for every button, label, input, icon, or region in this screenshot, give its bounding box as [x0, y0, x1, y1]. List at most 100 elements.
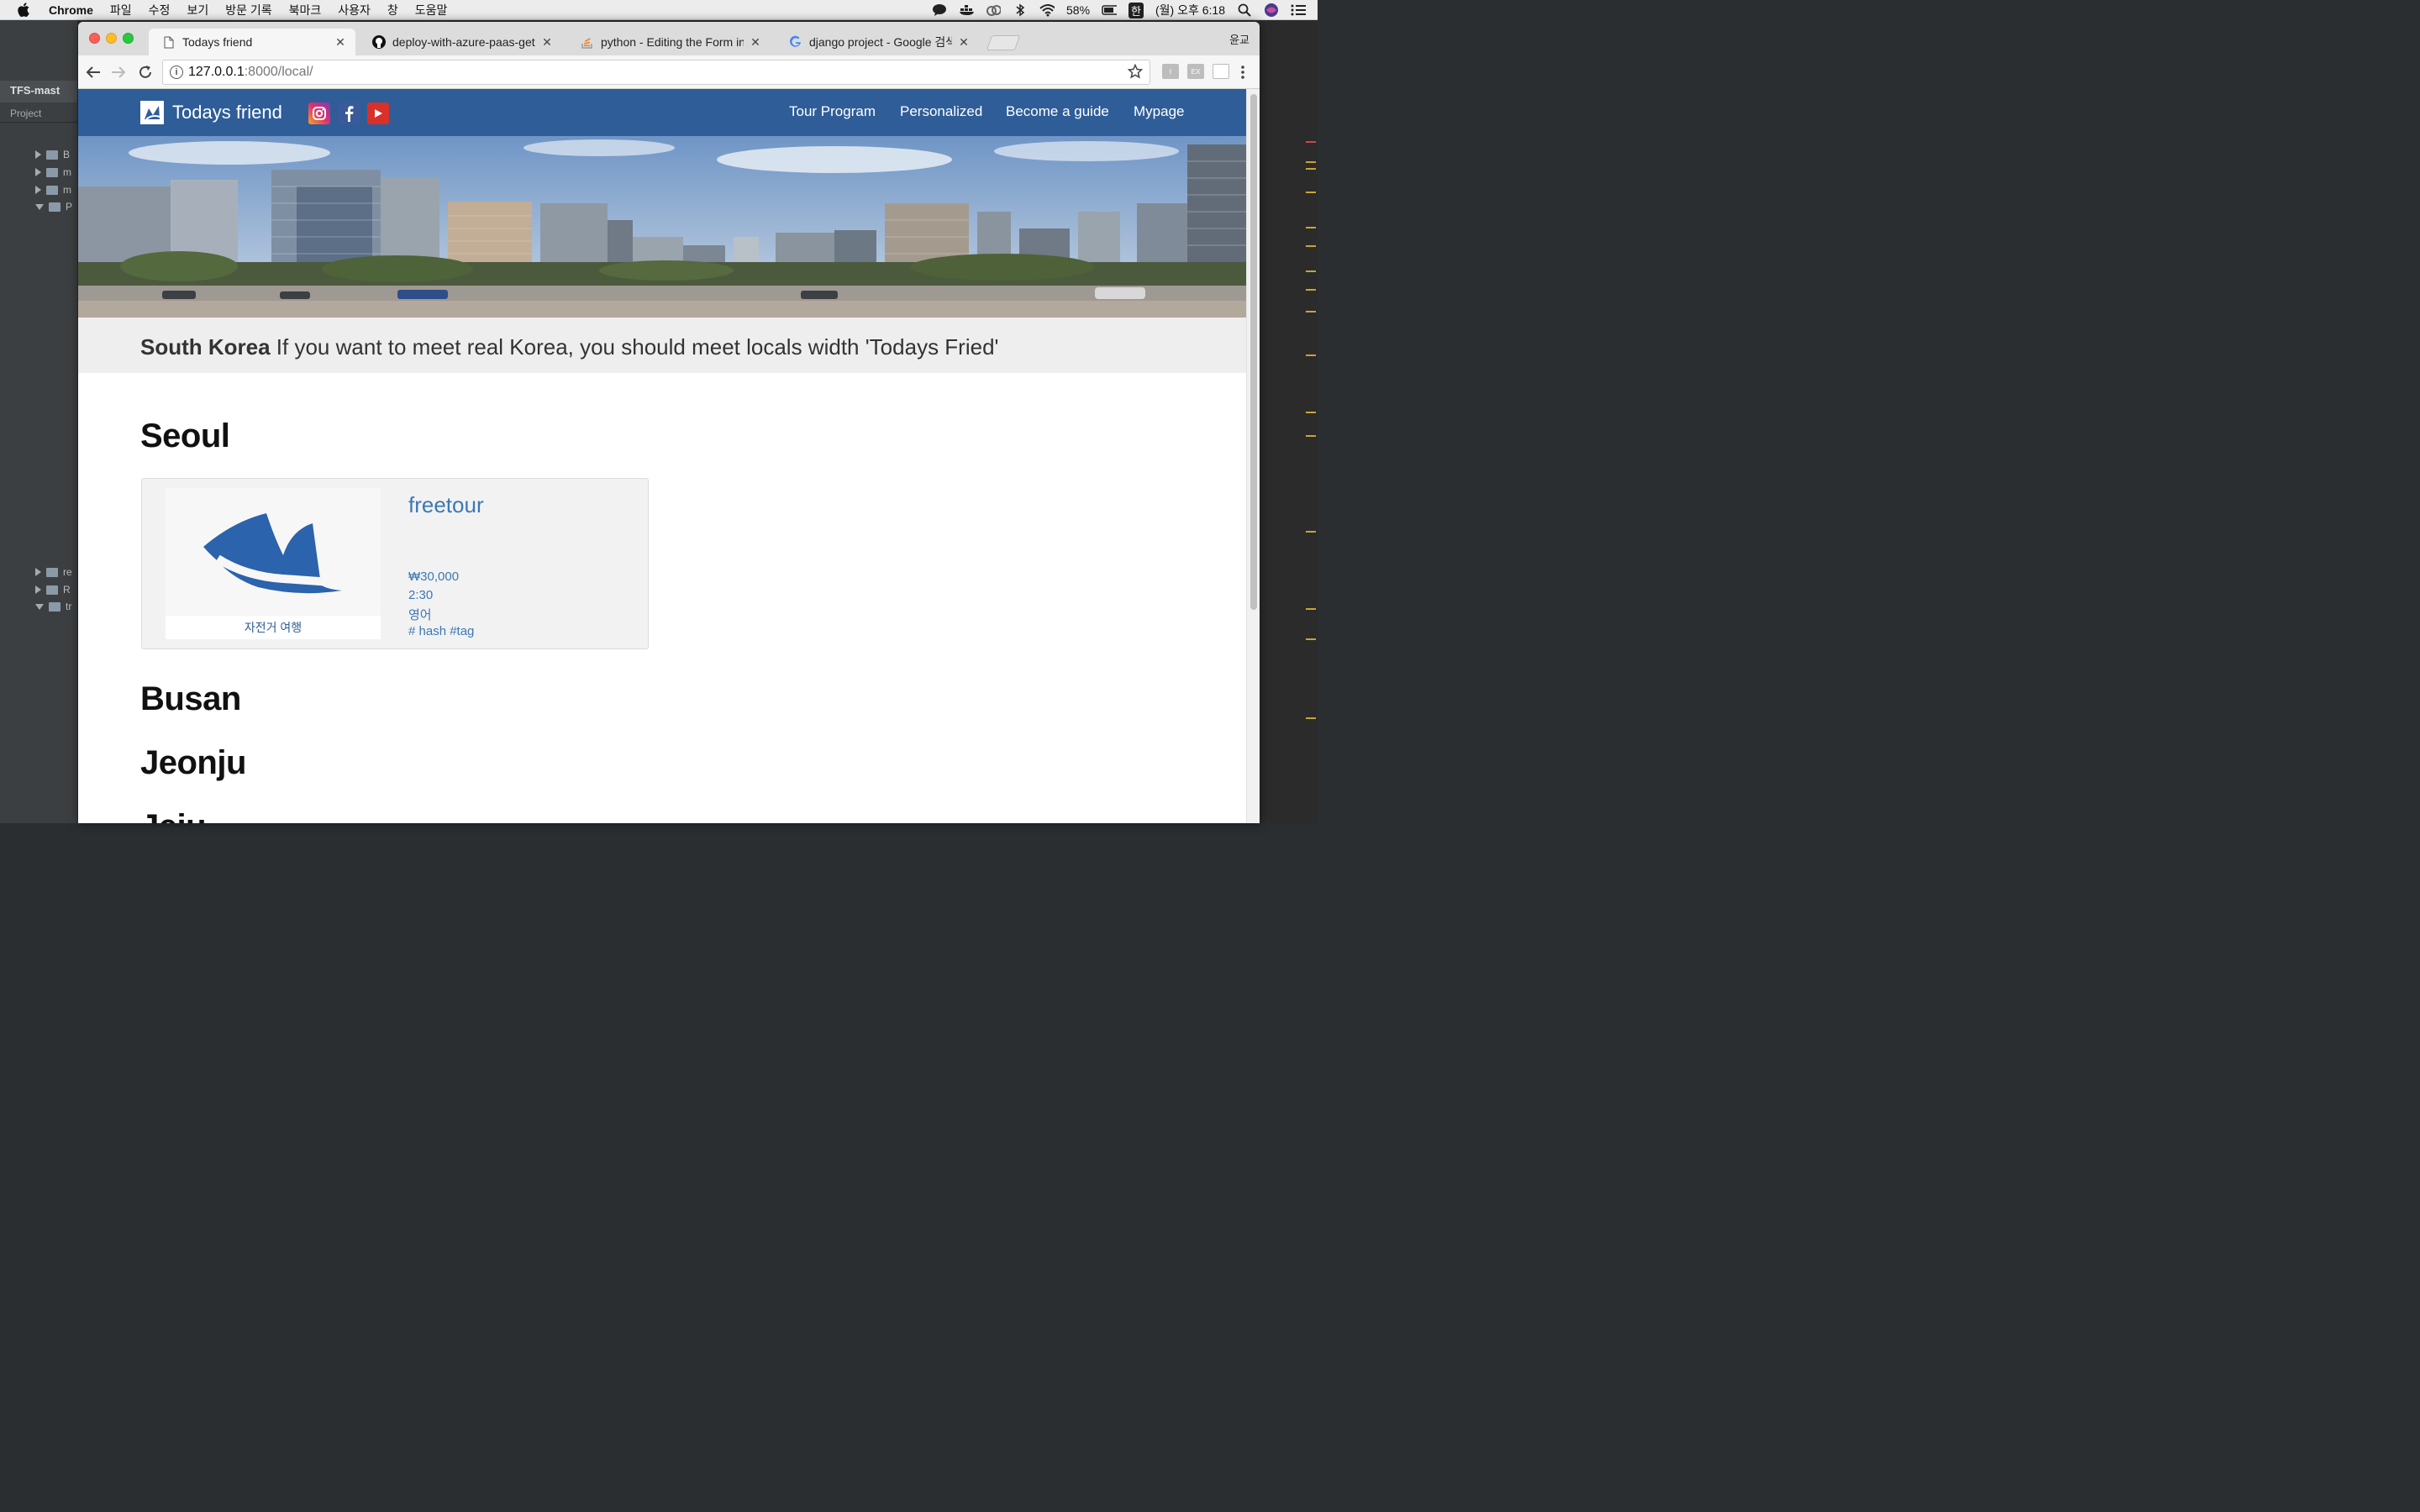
ide-tree-row[interactable]: m [35, 165, 71, 179]
ide-tree-row[interactable]: B [35, 148, 70, 161]
minimize-window-button[interactable] [106, 33, 117, 44]
ide-project-tab[interactable]: Project [0, 104, 77, 123]
ide-tree-row[interactable]: re [35, 565, 72, 579]
back-arrow-icon[interactable] [83, 62, 103, 82]
warning-marker[interactable] [1306, 227, 1316, 228]
nav-become-a-guide[interactable]: Become a guide [1006, 103, 1109, 120]
warning-marker[interactable] [1306, 412, 1316, 413]
tab-title: Todays friend [182, 35, 253, 49]
error-marker[interactable] [1306, 141, 1316, 143]
menu-people[interactable]: 사용자 [338, 2, 371, 18]
profile-button[interactable]: 윤교 [1229, 31, 1249, 47]
ide-tree-row[interactable]: tr [35, 600, 71, 613]
thumbnail-caption: 자전거 여행 [166, 616, 381, 639]
warning-marker[interactable] [1306, 161, 1316, 163]
url-host: 127.0.0.1 [188, 65, 245, 79]
zoom-window-button[interactable] [123, 33, 134, 44]
app-menu-chrome[interactable]: Chrome [49, 3, 93, 17]
chat-bubble-icon[interactable] [932, 3, 947, 17]
city-heading-jeju: Jeju [140, 808, 207, 823]
forward-arrow-icon[interactable] [108, 62, 129, 82]
warning-marker[interactable] [1306, 531, 1316, 533]
chrome-window: Todays friend ✕ deploy-with-azure-paas-g… [78, 22, 1260, 823]
bluetooth-icon[interactable] [1013, 3, 1028, 17]
expand-arrow-icon [35, 585, 41, 594]
facebook-icon[interactable] [338, 102, 360, 124]
close-tab-icon[interactable]: ✕ [334, 35, 347, 50]
siri-icon[interactable] [1264, 3, 1279, 17]
page-scrollbar[interactable] [1246, 89, 1260, 823]
battery-icon[interactable] [1102, 3, 1118, 17]
warning-marker[interactable] [1306, 311, 1316, 312]
banner-text: South Korea If you want to meet real Kor… [140, 334, 999, 360]
collapse-arrow-icon [35, 203, 44, 210]
tour-thumbnail[interactable]: 자전거 여행 [166, 488, 381, 639]
warning-marker[interactable] [1306, 270, 1316, 272]
apple-logo-icon[interactable] [15, 2, 32, 18]
extension-icon[interactable]: I [1162, 64, 1179, 79]
close-tab-icon[interactable]: ✕ [749, 35, 762, 50]
tab-google-search[interactable]: django project - Google 검색 ✕ [776, 29, 979, 55]
creative-cloud-icon[interactable] [986, 3, 1001, 17]
warning-marker[interactable] [1306, 289, 1316, 291]
reload-icon[interactable] [135, 62, 155, 82]
warning-marker[interactable] [1306, 245, 1316, 247]
menu-file[interactable]: 파일 [110, 2, 132, 18]
instagram-icon[interactable] [308, 102, 330, 124]
wifi-icon[interactable] [1039, 3, 1055, 17]
youtube-icon[interactable] [367, 102, 389, 124]
menu-help[interactable]: 도움말 [415, 2, 448, 18]
tab-stackoverflow[interactable]: python - Editing the Form in Dj ✕ [567, 29, 771, 55]
warning-marker[interactable] [1306, 192, 1316, 193]
ide-tree-row[interactable]: P [35, 200, 72, 213]
ide-tree-label: P [66, 201, 73, 213]
tour-title-link[interactable]: freetour [408, 492, 484, 518]
chrome-menu-icon[interactable] [1241, 66, 1244, 83]
hero-city-image [78, 136, 1246, 318]
warning-marker[interactable] [1306, 435, 1316, 437]
menu-bookmarks[interactable]: 북마크 [289, 2, 322, 18]
nav-personalized[interactable]: Personalized [900, 103, 982, 120]
warning-marker[interactable] [1306, 354, 1316, 356]
warning-marker[interactable] [1306, 717, 1316, 719]
ide-tree-label: tr [66, 601, 72, 612]
menu-history[interactable]: 방문 기록 [225, 2, 271, 18]
menu-window[interactable]: 창 [387, 2, 398, 18]
warning-marker[interactable] [1306, 608, 1316, 610]
tour-card[interactable]: 자전거 여행 freetour ₩30,000 2:30 영어 # hash #… [141, 478, 649, 649]
site-info-icon[interactable]: i [170, 66, 183, 79]
url-path: :8000/local/ [244, 65, 313, 79]
docker-icon[interactable] [959, 3, 974, 17]
close-window-button[interactable] [89, 33, 100, 44]
brand-link[interactable]: Todays friend [140, 101, 282, 124]
warning-marker[interactable] [1306, 168, 1316, 170]
spotlight-search-icon[interactable] [1237, 3, 1252, 17]
ide-project-panel: TFS-mast Project B m m P re R tr [0, 20, 77, 823]
tour-price: ₩30,000 [408, 570, 460, 584]
nav-tour-program[interactable]: Tour Program [789, 103, 876, 120]
address-bar[interactable]: i 127.0.0.1:8000/local/ [162, 60, 1150, 85]
bookmark-star-icon[interactable] [1127, 63, 1144, 83]
intro-banner: South Korea If you want to meet real Kor… [78, 318, 1246, 373]
folder-icon [49, 601, 60, 612]
ide-tree-row[interactable]: m [35, 183, 71, 197]
menu-view[interactable]: 보기 [187, 2, 208, 18]
menu-edit[interactable]: 수정 [149, 2, 171, 18]
tab-todays-friend[interactable]: Todays friend ✕ [149, 29, 355, 55]
ide-editor-gutter [1259, 20, 1318, 823]
input-method-indicator[interactable]: 한 [1128, 2, 1144, 18]
close-tab-icon[interactable]: ✕ [540, 35, 554, 50]
cast-icon[interactable] [1213, 64, 1229, 79]
extension-icon[interactable]: EX [1187, 64, 1204, 79]
warning-marker[interactable] [1306, 638, 1316, 640]
scrollbar-thumb[interactable] [1250, 94, 1257, 610]
close-tab-icon[interactable]: ✕ [957, 35, 971, 50]
city-heading-busan: Busan [140, 680, 241, 717]
menubar-clock[interactable]: (월) 오후 6:18 [1155, 2, 1225, 18]
notification-center-icon[interactable] [1291, 3, 1306, 17]
ide-tree-row[interactable]: R [35, 583, 71, 596]
collapse-arrow-icon [35, 603, 44, 610]
tab-github[interactable]: deploy-with-azure-paas-get-s ✕ [359, 29, 562, 55]
new-tab-button[interactable] [986, 35, 1021, 50]
nav-mypage[interactable]: Mypage [1134, 103, 1184, 120]
